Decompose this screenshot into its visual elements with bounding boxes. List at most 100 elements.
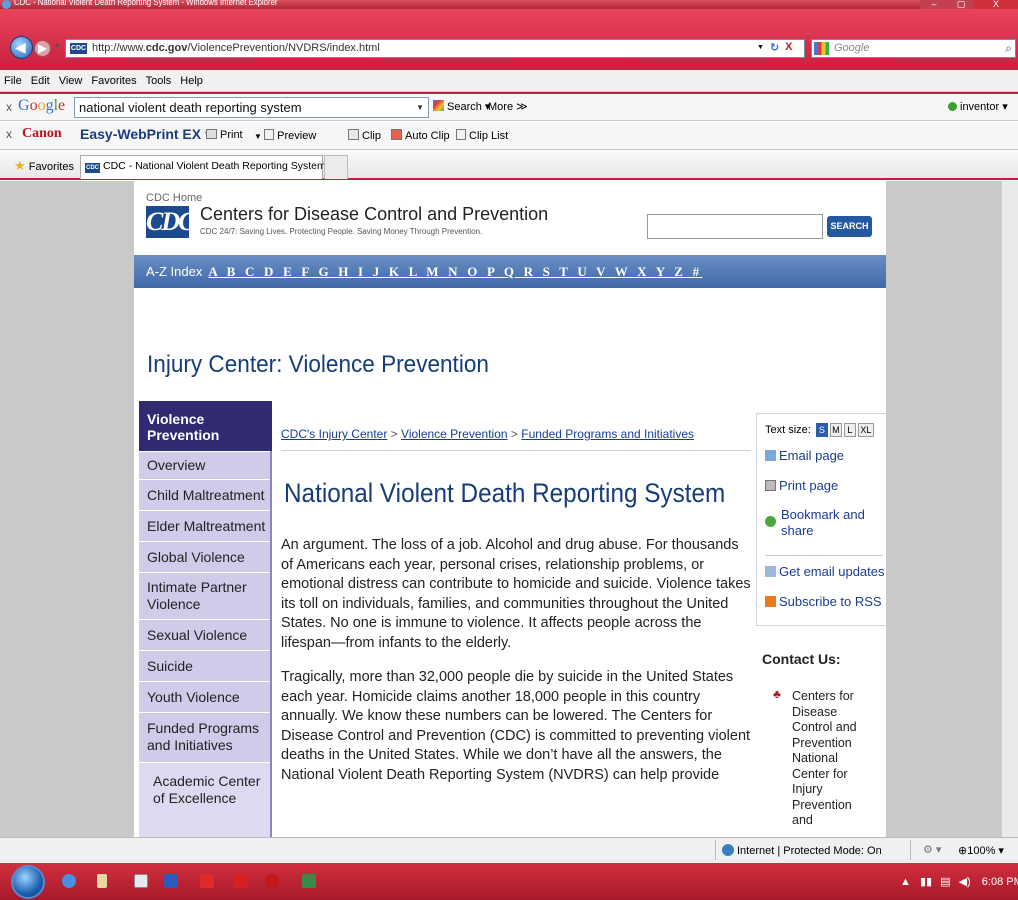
- stats-paragraph: Tragically, more than 32,000 people die …: [281, 669, 751, 783]
- cdc-logo[interactable]: CDC: [146, 206, 195, 238]
- menu-favorites[interactable]: Favorites: [91, 75, 136, 87]
- easy-webprint-menu[interactable]: Easy-WebPrint EX ▾: [80, 126, 212, 143]
- email-page-link[interactable]: Email page: [765, 448, 844, 463]
- rss-link[interactable]: Subscribe to RSS: [765, 594, 882, 609]
- left-nav: Violence Prevention Overview Child Maltr…: [139, 401, 272, 837]
- forward-button[interactable]: ▶: [34, 40, 51, 57]
- google-account-label: inventor ▾: [960, 101, 1008, 113]
- site-search-button[interactable]: SEARCH: [827, 216, 872, 237]
- az-index-label[interactable]: A-Z Index: [146, 264, 202, 279]
- breadcrumb-separator: >: [510, 427, 518, 441]
- nav-item-sexual-violence[interactable]: Sexual Violence: [139, 619, 270, 650]
- signal-icon[interactable]: ▮▮: [920, 876, 932, 888]
- app-taskbar-icon[interactable]: [265, 874, 279, 888]
- nav-item-child-maltreatment[interactable]: Child Maltreatment: [139, 479, 270, 510]
- menu-edit[interactable]: Edit: [31, 75, 50, 87]
- acrobat-taskbar-icon[interactable]: [234, 874, 248, 888]
- print-page-link[interactable]: Print page: [765, 478, 838, 493]
- new-tab-button[interactable]: [324, 155, 348, 179]
- google-search-icon: [814, 42, 829, 55]
- google-toolbar: x Google national violent death reportin…: [0, 92, 1018, 121]
- app-taskbar-icon[interactable]: [302, 874, 316, 888]
- nav-item-global-violence[interactable]: Global Violence: [139, 541, 270, 572]
- auto-clip-icon: [391, 129, 402, 140]
- maximize-button[interactable]: ▢: [948, 0, 974, 9]
- menu-file[interactable]: File: [4, 75, 22, 87]
- az-letter-links[interactable]: A B C D E F G H I J K L M N O P Q R S T …: [208, 264, 702, 279]
- chevron-down-icon[interactable]: ▼: [416, 98, 424, 117]
- canon-print-button[interactable]: Print: [206, 129, 243, 141]
- favorites-bar: ★ Favorites CDC CDC - National Violent D…: [0, 150, 1018, 180]
- text-size-s[interactable]: S: [815, 423, 828, 437]
- google-search-button[interactable]: Search ▾: [433, 100, 490, 113]
- refresh-icon[interactable]: ↻: [770, 41, 779, 54]
- nav-item-youth-violence[interactable]: Youth Violence: [139, 681, 270, 712]
- volume-icon[interactable]: ◀): [959, 876, 971, 888]
- nav-subitem-academic-center[interactable]: Academic Center of Excellence: [139, 762, 270, 837]
- menu-help[interactable]: Help: [180, 75, 203, 87]
- favorites-button[interactable]: ★ Favorites: [14, 158, 74, 174]
- breadcrumb-funded-programs[interactable]: Funded Programs and Initiatives: [521, 427, 694, 441]
- zoom-control[interactable]: ⊕100% ▾: [958, 844, 1004, 857]
- nav-item-suicide[interactable]: Suicide: [139, 650, 270, 681]
- nav-item-elder-maltreatment[interactable]: Elder Maltreatment: [139, 510, 270, 541]
- breadcrumb-violence-prevention[interactable]: Violence Prevention: [401, 427, 508, 441]
- minimize-button[interactable]: –: [920, 0, 948, 9]
- back-button[interactable]: ◀: [10, 36, 33, 59]
- tray-arrow-icon[interactable]: ▲: [900, 876, 911, 888]
- google-more-button[interactable]: More ≫: [488, 100, 528, 113]
- canon-toolbar-close[interactable]: x: [6, 127, 12, 141]
- email-updates-link[interactable]: Get email updates: [765, 564, 885, 579]
- text-size-l[interactable]: L: [843, 423, 856, 437]
- canon-clip-button[interactable]: Clip: [348, 129, 381, 142]
- canon-auto-clip-button[interactable]: Auto Clip: [391, 129, 450, 142]
- browser-search-input[interactable]: Google ⌕: [811, 39, 1016, 58]
- address-input[interactable]: CDC http://www.cdc.gov/ViolencePreventio…: [65, 39, 805, 58]
- cdc-home-link[interactable]: CDC Home: [146, 192, 202, 204]
- email-icon: [765, 450, 776, 461]
- browser-window: CDC - National Violent Death Reporting S…: [0, 0, 1018, 900]
- canon-preview-button[interactable]: ▼ Preview: [254, 129, 316, 142]
- print-page-label: Print page: [779, 478, 839, 493]
- envelope-icon: [765, 566, 776, 577]
- google-toolbar-close[interactable]: x: [6, 100, 12, 114]
- clock[interactable]: 6:08 PM: [982, 876, 1018, 888]
- nav-item-intimate-partner-violence[interactable]: Intimate Partner Violence: [139, 572, 270, 619]
- explorer-taskbar-icon[interactable]: [97, 874, 107, 888]
- google-account-button[interactable]: inventor ▾: [948, 100, 1008, 113]
- nav-item-overview[interactable]: Overview: [139, 451, 270, 479]
- title-bar: CDC - National Violent Death Reporting S…: [0, 0, 1018, 9]
- canon-clip-list-button[interactable]: Clip List: [456, 129, 508, 142]
- printer-icon: [765, 480, 776, 491]
- network-icon[interactable]: ▤: [940, 876, 950, 888]
- security-zone[interactable]: Internet | Protected Mode: On: [722, 844, 882, 857]
- text-size-m[interactable]: M: [829, 423, 842, 437]
- ie-taskbar-icon[interactable]: [62, 874, 76, 888]
- window-controls: – ▢ X: [920, 0, 1018, 9]
- protected-mode-icon[interactable]: ⚙ ▾: [923, 843, 941, 856]
- start-button[interactable]: [11, 865, 45, 899]
- magnifier-icon[interactable]: ⌕: [1005, 40, 1012, 57]
- nav-item-funded-programs[interactable]: Funded Programs and Initiatives: [139, 712, 270, 762]
- app-taskbar-icon[interactable]: [134, 874, 148, 888]
- google-query-input[interactable]: national violent death reporting system ▼: [74, 97, 429, 118]
- bookmark-share-link[interactable]: Bookmark and share: [765, 507, 885, 539]
- address-dropdown[interactable]: ▼: [757, 44, 764, 54]
- menu-view[interactable]: View: [59, 75, 83, 87]
- search-placeholder: Google: [834, 42, 870, 54]
- history-dropdown[interactable]: ▼: [54, 43, 61, 50]
- left-nav-heading[interactable]: Violence Prevention: [139, 401, 272, 451]
- app-taskbar-icon[interactable]: [200, 874, 214, 888]
- site-search-input[interactable]: [647, 214, 823, 239]
- vertical-scrollbar[interactable]: [1001, 181, 1018, 837]
- text-size-xl[interactable]: XL: [857, 423, 874, 437]
- close-button[interactable]: X: [974, 0, 1018, 9]
- menu-tools[interactable]: Tools: [146, 75, 172, 87]
- org-name: Centers for Disease Control and Preventi…: [200, 204, 549, 224]
- google-search-icon: [433, 100, 444, 111]
- favorites-label: Favorites: [28, 161, 74, 173]
- word-taskbar-icon[interactable]: [164, 874, 178, 888]
- breadcrumb-injury-center[interactable]: CDC's Injury Center: [281, 427, 387, 441]
- tab-active[interactable]: CDC CDC - National Violent Death Reporti…: [80, 155, 326, 179]
- stop-icon[interactable]: X: [785, 41, 792, 54]
